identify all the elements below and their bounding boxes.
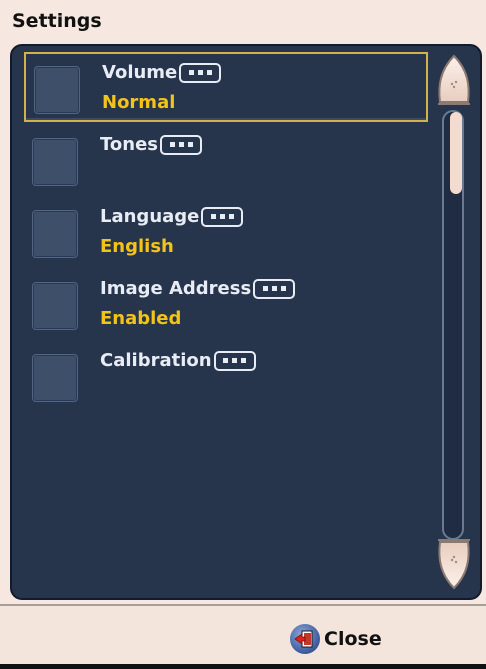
settings-item-value: Enabled: [100, 308, 182, 329]
scroll-up-button[interactable]: [430, 52, 478, 106]
close-button[interactable]: Close: [290, 624, 382, 654]
scroll-down-button[interactable]: [430, 538, 478, 592]
select-checkbox[interactable]: [32, 282, 78, 330]
select-checkbox[interactable]: [32, 210, 78, 258]
settings-item-label: Language: [100, 206, 200, 227]
ellipsis-icon[interactable]: [160, 134, 202, 155]
scroll-down-arrow-icon: [438, 539, 470, 590]
settings-item-label: Volume: [102, 62, 178, 83]
scrollbar-thumb[interactable]: [450, 112, 462, 194]
ellipsis-icon[interactable]: [253, 278, 296, 299]
ellipsis-icon[interactable]: [213, 350, 256, 371]
settings-item-label-row: Volume: [102, 62, 222, 83]
select-checkbox[interactable]: [34, 66, 80, 114]
close-button-label: Close: [324, 628, 382, 650]
settings-item-label-row: Tones: [100, 134, 202, 155]
select-checkbox[interactable]: [32, 138, 78, 186]
settings-item-image-address[interactable]: Image Address Enabled: [16, 268, 424, 336]
settings-item-value: English: [100, 236, 174, 257]
settings-item-label: Image Address: [100, 278, 252, 299]
settings-item-calibration[interactable]: Calibration: [16, 340, 424, 408]
settings-item-volume[interactable]: Volume Normal: [24, 52, 428, 122]
exit-door-icon: [290, 624, 320, 654]
settings-item-tones[interactable]: Tones: [16, 124, 424, 192]
bottom-toolbar: Close: [0, 604, 486, 666]
bottom-edge: [0, 664, 486, 669]
settings-list[interactable]: Volume Normal Tones Language English Ima…: [16, 50, 428, 590]
window-title: Settings: [12, 10, 102, 32]
selection-divider: [26, 118, 426, 120]
settings-item-label-row: Image Address: [100, 278, 296, 299]
select-checkbox[interactable]: [32, 354, 78, 402]
scroll-up-arrow-icon: [438, 54, 470, 105]
settings-item-label-row: Language: [100, 206, 244, 227]
ellipsis-icon[interactable]: [201, 206, 244, 227]
settings-item-label-row: Calibration: [100, 350, 256, 371]
settings-item-label: Tones: [100, 134, 158, 155]
title-bar: Settings: [0, 0, 486, 44]
ellipsis-icon[interactable]: [179, 62, 222, 83]
settings-item-label: Calibration: [100, 350, 212, 371]
settings-item-value: Normal: [102, 92, 176, 113]
settings-item-language[interactable]: Language English: [16, 196, 424, 264]
